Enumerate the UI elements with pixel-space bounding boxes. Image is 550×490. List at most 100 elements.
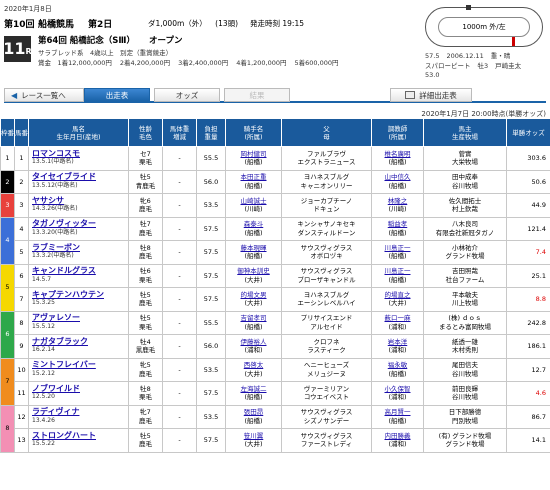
trainer-link[interactable]: 高月賢一 <box>385 408 411 416</box>
jockey-link[interactable]: 西啓太 <box>244 361 264 369</box>
prize-item: 3着2,400,000円 <box>178 59 229 67</box>
owner: 吉田照哉 <box>452 267 478 276</box>
frame-number: 6 <box>0 310 15 359</box>
horse-name-link[interactable]: ラディヴィナ <box>32 407 79 417</box>
birth-date: 15.5.12 <box>32 322 55 330</box>
frame-number: 1 <box>0 146 15 171</box>
detailed-entries-button[interactable]: 詳細出走表 <box>390 88 472 102</box>
birth-date: 14.3.26(中路名) <box>32 205 78 213</box>
jockey-affiliation: (船橋) <box>244 322 263 331</box>
breeder: 谷川牧場 <box>452 393 478 402</box>
pedigree-cell: ヨハネスブルグ キャニオンリリー <box>281 169 372 194</box>
trainer-link[interactable]: 的場直之 <box>385 291 411 299</box>
horse-name-link[interactable]: ストロングハート <box>32 431 96 440</box>
tab-entries[interactable]: 出走表 <box>84 88 150 102</box>
frame-number: 8 <box>0 404 15 453</box>
trainer-link[interactable]: 薮口一麻 <box>385 314 411 322</box>
trainer-link[interactable]: 小久保智 <box>385 385 411 393</box>
trainer-cell: 的場直之 (大井) <box>371 287 424 312</box>
win-odds: 25.1 <box>506 263 550 288</box>
jockey-link[interactable]: 笹川翼 <box>244 432 264 440</box>
owner: 八木良司 <box>452 220 478 229</box>
win-odds: 86.7 <box>506 404 550 429</box>
jockey-cell: 藤本現暉 (船橋) <box>225 240 282 265</box>
coat-color: 鹿毛 <box>139 416 152 425</box>
column-header: 騎手名 (所属) <box>225 118 282 147</box>
pedigree-cell: サウスヴィグラス オボロヅキ <box>281 240 372 265</box>
trainer-link[interactable]: 川島正一 <box>385 267 411 275</box>
jockey-link[interactable]: 張田昂 <box>244 408 264 416</box>
trainer-link[interactable]: 川島正一 <box>385 244 411 252</box>
trainer-link[interactable]: 稲益孝 <box>388 220 408 228</box>
trainer-link[interactable]: 山中信久 <box>385 173 411 181</box>
horse-name-link[interactable]: ミントフレイバー <box>32 360 96 370</box>
horse-name-link[interactable]: キャプテンハウテン <box>32 290 104 299</box>
trainer-link[interactable]: 福永敏 <box>388 361 408 369</box>
trainer-affiliation: (船橋) <box>388 369 407 378</box>
column-header: 父母 <box>281 118 372 147</box>
trainer-link[interactable]: 岩本洋 <box>388 338 408 346</box>
dam: ブローザキャンドル <box>297 275 356 284</box>
jockey-link[interactable]: 伊藤裕人 <box>241 338 267 346</box>
sire: ジョーカプチーノ <box>300 196 353 205</box>
jockey-link[interactable]: 御神本訓史 <box>237 267 270 275</box>
horse-name-link[interactable]: ロマンコスモ <box>32 149 80 158</box>
owner: 小林祐介 <box>452 243 478 252</box>
owner-cell: 八木良司 有限会社新冠タガノ <box>423 216 507 241</box>
horse-name-link[interactable]: ヤサシサ <box>32 196 64 205</box>
jockey-affiliation: (川崎) <box>244 205 263 214</box>
jockey-link[interactable]: 本田正重 <box>241 173 267 181</box>
horse-number: 6 <box>14 263 29 288</box>
birth-date: 15.3.25 <box>32 299 55 307</box>
pedigree-cell: ヘニーヒューズ メリュジーヌ <box>281 357 372 382</box>
jockey-link[interactable]: 森泰斗 <box>244 220 264 228</box>
breeder: 門別牧場 <box>452 416 478 425</box>
coat-color: 鹿毛 <box>139 299 152 308</box>
jockey-link[interactable]: 藤本現暉 <box>241 244 267 252</box>
tab-odds[interactable]: オッズ <box>154 88 220 102</box>
horse-name-link[interactable]: ノブワイルド <box>32 384 80 393</box>
jockey-affiliation: (船橋) <box>244 158 263 167</box>
sex-age: 牝5 <box>140 361 151 370</box>
finish-line-icon <box>512 37 515 46</box>
horse-name-link[interactable]: ラブミーボン <box>32 243 80 252</box>
carried-weight: 56.0 <box>196 334 226 359</box>
win-odds: 8.8 <box>506 287 550 312</box>
trainer-link[interactable]: 内田勝義 <box>385 432 411 440</box>
back-to-race-list-button[interactable]: ◀ レース一覧へ <box>4 88 84 102</box>
jockey-link[interactable]: 吉留孝司 <box>241 314 267 322</box>
jockey-link[interactable]: 岡村健司 <box>241 150 267 158</box>
pedigree-cell: サウスヴィグラス シズノサンデー <box>281 404 372 429</box>
horse-weight: - <box>162 263 197 288</box>
jockey-cell: 笹川翼 (大井) <box>225 428 282 453</box>
trainer-link[interactable]: 椎名廣明 <box>385 150 411 158</box>
horse-name-link[interactable]: キャンドルグラス <box>32 266 96 276</box>
jockey-link[interactable]: 的場文男 <box>241 291 267 299</box>
sire: サウスヴィグラス <box>300 408 353 417</box>
carried-weight: 56.0 <box>196 169 226 194</box>
prize-item: 2着4,200,000円 <box>119 59 171 67</box>
record-value: 57.5 <box>425 52 440 60</box>
horse-weight: - <box>162 240 197 265</box>
horse-name-link[interactable]: タイセイブライド <box>32 172 96 182</box>
coat-color: 鹿毛 <box>139 228 152 237</box>
jockey-cell: 山崎誠士 (川崎) <box>225 193 282 218</box>
trainer-affiliation: (大井) <box>388 299 407 308</box>
pedigree-cell: サウスヴィグラス ファーストレディ <box>281 428 372 453</box>
horse-name-link[interactable]: ナガタブラック <box>32 337 88 346</box>
trainer-affiliation: (船橋) <box>388 181 407 190</box>
horse-number: 9 <box>14 334 29 359</box>
horse-name-cell: キャンドルグラス 14.5.7 <box>28 263 129 288</box>
trainer-link[interactable]: 林隆之 <box>388 197 408 205</box>
coat-color: 黒鹿毛 <box>135 346 156 355</box>
birth-date: 15.2.12 <box>32 369 55 377</box>
horse-name-link[interactable]: アヴァレソー <box>32 313 80 323</box>
pedigree-cell: ジョーカプチーノ ドキュン <box>281 193 372 218</box>
trainer-affiliation: (船橋) <box>388 252 407 261</box>
record-value: 戸崎圭太 <box>495 61 522 70</box>
horse-name-link[interactable]: タガノヴィッター <box>32 219 96 229</box>
sex-age-cell: セ7 栗毛 <box>128 146 163 171</box>
owner-cell: 尾田信夫 谷川牧場 <box>423 357 507 382</box>
jockey-link[interactable]: 左海誠二 <box>241 385 267 393</box>
jockey-link[interactable]: 山崎誠士 <box>241 197 267 205</box>
